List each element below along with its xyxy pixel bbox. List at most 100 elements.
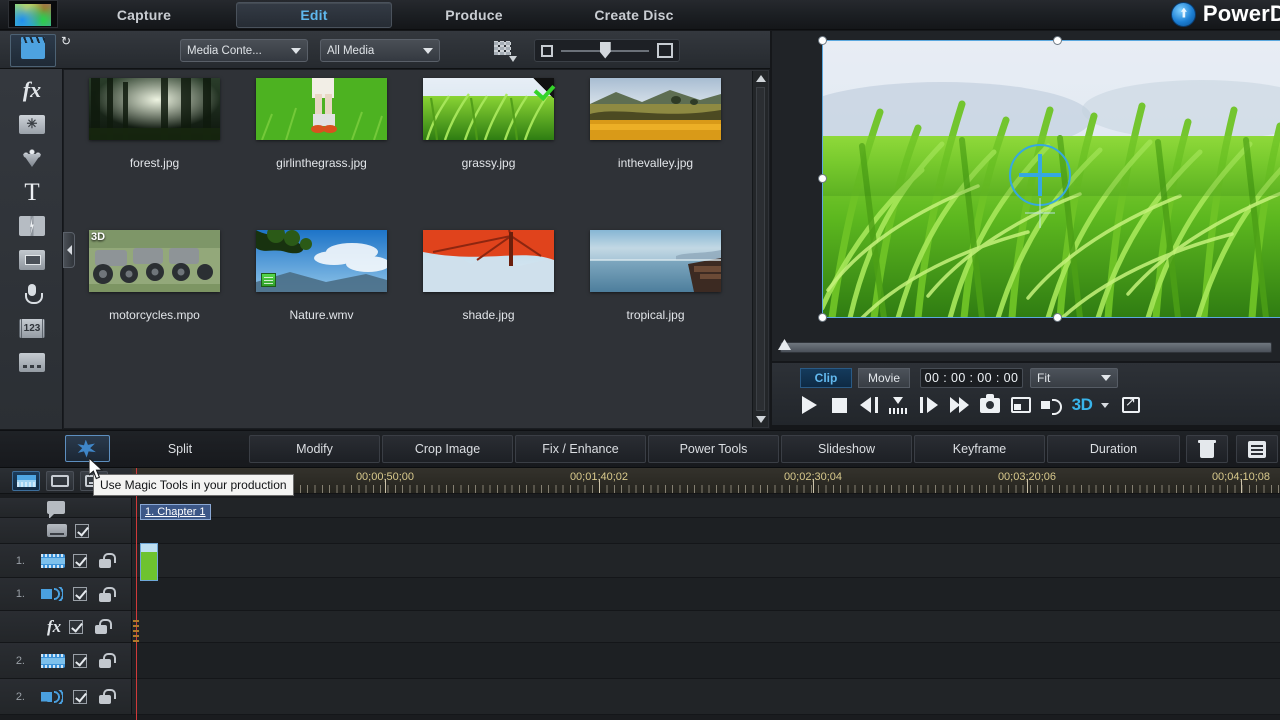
sidebar-item-transition-room[interactable] [9, 209, 55, 243]
track-lock-icon[interactable] [99, 653, 116, 668]
timeline-playhead[interactable] [136, 468, 137, 720]
movie-mode-button[interactable]: Movie [858, 368, 910, 388]
capture-button[interactable] [1010, 394, 1032, 416]
magic-tools-button[interactable] [65, 435, 110, 462]
three-d-toggle[interactable]: 3D [1070, 394, 1094, 416]
track-enable-checkbox[interactable] [75, 523, 89, 538]
sidebar-item-audio-mixing-room[interactable] [9, 243, 55, 277]
media-item[interactable]: inthevalley.jpg [572, 78, 739, 170]
media-thumbnail[interactable]: 3D [89, 230, 220, 292]
keyframe-button[interactable]: Keyframe [914, 435, 1045, 463]
import-media-button[interactable] [68, 39, 92, 61]
track-enable-checkbox[interactable] [73, 689, 87, 704]
media-thumbnail[interactable] [256, 78, 387, 140]
track-lock-icon[interactable] [99, 553, 116, 568]
duration-button[interactable]: Duration [1047, 435, 1180, 463]
sidebar-item-effect-room[interactable]: fx [9, 73, 55, 107]
slideshow-button[interactable]: Slideshow [781, 435, 912, 463]
volume-button[interactable] [1040, 394, 1062, 416]
media-thumbnail[interactable] [423, 78, 554, 140]
sidebar-item-voice-over-room[interactable] [9, 277, 55, 311]
play-button[interactable] [798, 394, 820, 416]
preview-playhead-handle[interactable] [778, 339, 791, 350]
resize-handle-top-center[interactable] [1053, 36, 1062, 45]
media-item[interactable]: tropical.jpg [572, 230, 739, 322]
thumbnail-size-slider[interactable] [534, 39, 680, 62]
track-lane[interactable] [132, 498, 1280, 518]
media-item[interactable]: grassy.jpg [405, 78, 572, 170]
power-tools-button[interactable]: Power Tools [648, 435, 779, 463]
track-lock-icon[interactable] [99, 689, 116, 704]
thumbnail-slider-track[interactable] [561, 41, 649, 59]
timecode-display[interactable]: 00 : 00 : 00 : 00 [920, 368, 1023, 388]
media-item[interactable]: Nature.wmv [238, 230, 405, 322]
chapter-marker-chip[interactable]: 1. Chapter 1 [140, 504, 211, 520]
preview-scrubber[interactable] [778, 339, 1272, 353]
sidebar-item-particle-room[interactable] [9, 141, 55, 175]
delete-clip-button[interactable] [1186, 435, 1228, 463]
plugin-button[interactable] [124, 39, 148, 61]
sidebar-item-subtitle-room[interactable] [9, 345, 55, 379]
media-thumbnail[interactable] [423, 230, 554, 292]
track-lane[interactable] [132, 611, 1280, 643]
resize-handle-top-left[interactable] [818, 36, 827, 45]
storyboard-view-button[interactable] [46, 471, 74, 491]
track-header[interactable]: 1. [0, 578, 132, 611]
sort-grid-icon[interactable] [494, 41, 517, 62]
track-enable-checkbox[interactable] [69, 619, 84, 634]
track-enable-checkbox[interactable] [73, 653, 87, 668]
clip-properties-button[interactable] [1236, 435, 1278, 463]
timeline-view-button[interactable] [12, 471, 40, 491]
timeline-clip-grassy[interactable] [140, 543, 158, 581]
media-thumbnail[interactable] [256, 230, 387, 292]
track-lane[interactable] [132, 518, 1280, 544]
three-d-options-button[interactable] [1098, 394, 1112, 416]
media-room-button[interactable] [10, 34, 56, 67]
track-enable-checkbox[interactable] [73, 553, 87, 568]
track-lane[interactable] [132, 544, 1280, 578]
media-item[interactable]: girlinthegrass.jpg [238, 78, 405, 170]
media-thumbnail[interactable] [89, 78, 220, 140]
resize-handle-bottom-left[interactable] [818, 313, 827, 322]
modify-button[interactable]: Modify [249, 435, 380, 463]
media-thumbnail[interactable] [590, 78, 721, 140]
track-header[interactable] [0, 518, 132, 544]
timeline-ruler[interactable]: 00;00;50;00 00;01;40;02 00;02;30;04 00;03;2… [132, 468, 1280, 494]
content-type-dropdown[interactable]: Media Conte... [180, 39, 308, 62]
upgrade-arrow-icon[interactable] [1170, 1, 1196, 27]
zoom-fit-dropdown[interactable]: Fit [1030, 368, 1118, 388]
sidebar-item-pip-objects-room[interactable]: ✳ [9, 107, 55, 141]
media-item[interactable]: forest.jpg [71, 78, 238, 170]
track-enable-checkbox[interactable] [73, 587, 87, 601]
resize-handle-middle-left[interactable] [818, 174, 827, 183]
sidebar-item-chapter-room[interactable]: 123 [9, 311, 55, 345]
thumbnail-slider-handle[interactable] [599, 41, 611, 59]
fix-enhance-button[interactable]: Fix / Enhance [515, 435, 646, 463]
scrollbar-track[interactable] [756, 87, 765, 411]
set-marker-button[interactable] [887, 394, 909, 416]
tab-create-disc[interactable]: Create Disc [572, 2, 696, 28]
media-thumbnail[interactable] [590, 230, 721, 292]
stop-button[interactable] [828, 394, 850, 416]
preview-video-frame[interactable] [822, 40, 1280, 318]
large-thumbnail-icon[interactable] [657, 43, 673, 58]
track-lane[interactable] [132, 578, 1280, 611]
track-lane[interactable] [132, 643, 1280, 679]
media-item[interactable]: shade.jpg [405, 230, 572, 322]
track-header[interactable]: fx [0, 611, 132, 643]
panel-collapse-handle[interactable] [63, 232, 75, 268]
tab-edit[interactable]: Edit [236, 2, 392, 28]
track-header[interactable]: 2. [0, 679, 132, 715]
track-header[interactable]: 1. [0, 544, 132, 578]
media-item[interactable]: 3D motorcycles.mpo [71, 230, 238, 322]
split-button[interactable]: Split [115, 435, 245, 463]
track-header[interactable] [0, 498, 132, 518]
track-lock-icon[interactable] [95, 619, 113, 634]
resize-handle-bottom-center[interactable] [1053, 313, 1062, 322]
fast-forward-button[interactable] [948, 394, 972, 416]
scroll-down-icon[interactable] [756, 416, 766, 423]
small-thumbnail-icon[interactable] [541, 44, 553, 57]
next-frame-button[interactable] [918, 394, 940, 416]
clip-mode-button[interactable]: Clip [800, 368, 852, 388]
snapshot-button[interactable] [979, 393, 1001, 416]
